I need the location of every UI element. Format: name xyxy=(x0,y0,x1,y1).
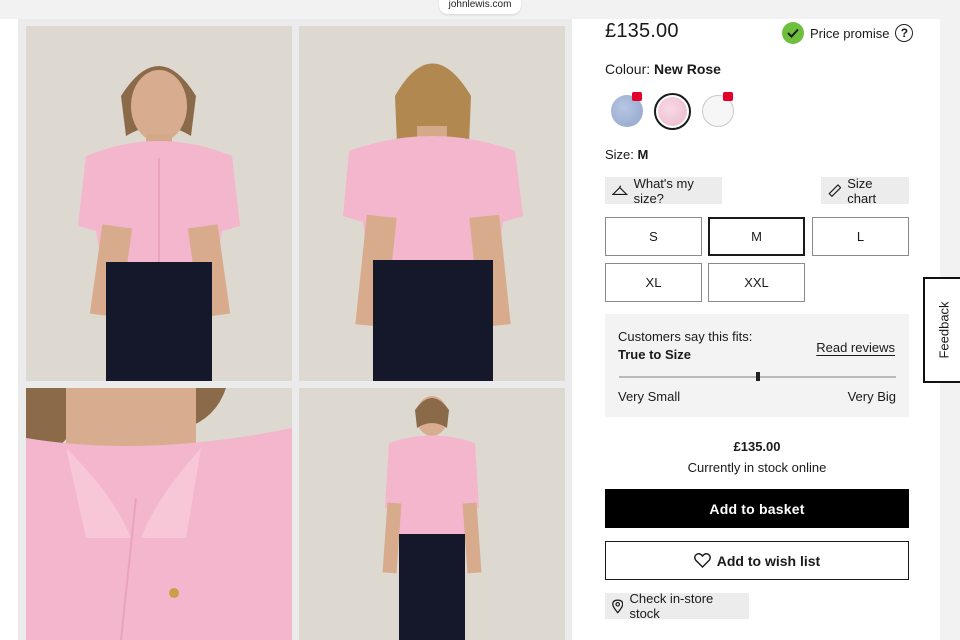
hanger-icon xyxy=(612,185,628,195)
fit-scale xyxy=(619,372,896,381)
price-promise-label: Price promise xyxy=(810,25,890,41)
url-bar[interactable]: johnlewis.com xyxy=(439,0,521,14)
product-image-front[interactable] xyxy=(26,26,292,381)
add-to-wish-list-button[interactable]: Add to wish list xyxy=(605,541,909,580)
feedback-tab[interactable]: Feedback xyxy=(923,277,960,383)
size-chart-label: Size chart xyxy=(847,175,877,206)
size-value: M xyxy=(637,147,649,162)
help-icon[interactable]: ? xyxy=(895,24,914,42)
read-reviews-link[interactable]: Read reviews xyxy=(816,340,895,355)
size-option-xl[interactable]: XL xyxy=(605,263,702,302)
fit-scale-min-label: Very Small xyxy=(618,389,681,404)
heart-icon xyxy=(693,553,711,568)
add-to-basket-button[interactable]: Add to basket xyxy=(605,489,909,528)
fit-rating-panel: Customers say this fits: True to Size Re… xyxy=(605,314,909,417)
summary-price: £135.00 xyxy=(733,439,781,454)
check-in-store-stock-button[interactable]: Check in-store stock xyxy=(605,591,749,621)
ruler-icon xyxy=(828,183,842,197)
size-chart-button[interactable]: Size chart xyxy=(821,175,909,206)
colour-label-text: Colour: xyxy=(605,61,651,77)
size-option-s[interactable]: S xyxy=(605,217,702,256)
fit-title: Customers say this fits: xyxy=(618,329,753,344)
colour-label: Colour: New Rose xyxy=(605,61,721,77)
check-in-store-stock-label: Check in-store stock xyxy=(629,591,714,621)
check-badge-icon xyxy=(782,22,804,44)
size-option-xxl[interactable]: XXL xyxy=(708,263,805,302)
product-image-back[interactable] xyxy=(299,26,565,381)
size-option-m[interactable]: M xyxy=(708,217,805,256)
fit-value: True to Size xyxy=(618,347,691,362)
size-label: Size: M xyxy=(605,147,648,162)
colour-value: New Rose xyxy=(654,61,721,77)
sale-tag-icon xyxy=(632,92,642,101)
add-to-wish-list-label: Add to wish list xyxy=(716,552,821,569)
sale-tag-icon xyxy=(723,92,733,101)
product-image-full-length[interactable] xyxy=(299,388,565,640)
size-label-text: Size: xyxy=(605,147,634,162)
price-promise[interactable]: Price promise ? xyxy=(782,22,914,44)
fit-scale-max-label: Very Big xyxy=(847,389,896,404)
stock-status: Currently in stock online xyxy=(687,460,827,475)
location-pin-icon xyxy=(612,598,624,614)
whats-my-size-button[interactable]: What's my size? xyxy=(605,175,722,206)
size-option-l[interactable]: L xyxy=(812,217,909,256)
feedback-label: Feedback xyxy=(936,301,952,359)
colour-swatch-new-rose[interactable] xyxy=(658,97,687,126)
whats-my-size-label: What's my size? xyxy=(633,175,694,206)
product-price: £135.00 xyxy=(605,20,679,42)
product-image-collar-detail[interactable] xyxy=(26,388,292,640)
fit-scale-marker xyxy=(755,372,760,381)
